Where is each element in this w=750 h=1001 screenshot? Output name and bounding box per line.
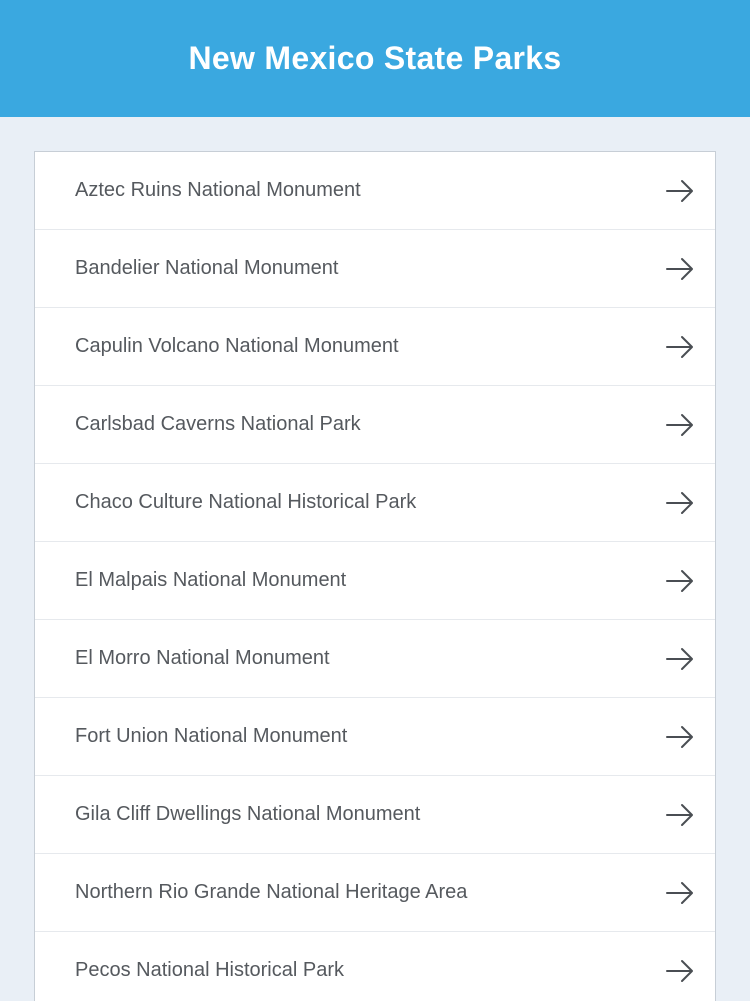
arrow-right-icon [665, 725, 695, 749]
arrow-right-icon [665, 959, 695, 983]
list-item-label: Carlsbad Caverns National Park [75, 413, 361, 435]
arrow-right-icon [665, 335, 695, 359]
arrow-right-icon [665, 803, 695, 827]
arrow-right-icon [665, 491, 695, 515]
list-item[interactable]: Northern Rio Grande National Heritage Ar… [35, 854, 715, 932]
list-item[interactable]: Aztec Ruins National Monument [35, 152, 715, 230]
arrow-right-icon [665, 257, 695, 281]
page-title: New Mexico State Parks [188, 40, 562, 76]
arrow-right-icon [665, 647, 695, 671]
list-item[interactable]: Fort Union National Monument [35, 698, 715, 776]
arrow-right-icon [665, 569, 695, 593]
list-item-label: Capulin Volcano National Monument [75, 335, 399, 357]
list-item-label: El Malpais National Monument [75, 569, 347, 591]
list-item-label: Pecos National Historical Park [75, 959, 344, 981]
list-item[interactable]: Chaco Culture National Historical Park [35, 464, 715, 542]
list-item-label: Bandelier National Monument [75, 257, 339, 279]
list-item-label: Fort Union National Monument [75, 725, 348, 747]
list-item[interactable]: Gila Cliff Dwellings National Monument [35, 776, 715, 854]
arrow-right-icon [665, 881, 695, 905]
list-item[interactable]: El Malpais National Monument [35, 542, 715, 620]
list-item[interactable]: Bandelier National Monument [35, 230, 715, 308]
list-item-label: Gila Cliff Dwellings National Monument [75, 803, 421, 825]
list-item-label: Northern Rio Grande National Heritage Ar… [75, 881, 468, 903]
app-header: New Mexico State Parks [0, 0, 750, 117]
list-item[interactable]: Carlsbad Caverns National Park [35, 386, 715, 464]
list-item[interactable]: Capulin Volcano National Monument [35, 308, 715, 386]
arrow-right-icon [665, 413, 695, 437]
arrow-right-icon [665, 179, 695, 203]
list-item-label: Chaco Culture National Historical Park [75, 491, 417, 513]
list-item[interactable]: El Morro National Monument [35, 620, 715, 698]
list-item-label: Aztec Ruins National Monument [75, 179, 361, 201]
parks-list: Aztec Ruins National Monument Bandelier … [34, 151, 716, 1001]
list-item[interactable]: Pecos National Historical Park [35, 932, 715, 1001]
list-item-label: El Morro National Monument [75, 647, 330, 669]
